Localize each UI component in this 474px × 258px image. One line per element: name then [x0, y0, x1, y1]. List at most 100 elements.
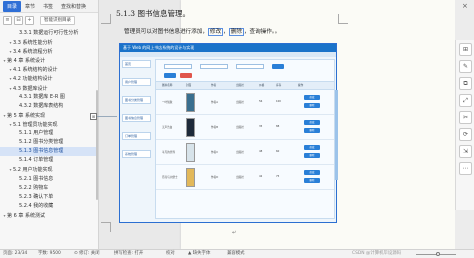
navigation-pane: 目录 章节 书签 查找和替换 ≡ ⊟ + 智能识别目录 3.3.1 数据运行可行…: [0, 0, 99, 249]
zoom-slider-handle[interactable]: [436, 252, 440, 256]
edit-icon[interactable]: ✎: [459, 60, 472, 73]
embedded-delete-row-button: 删除: [304, 103, 320, 108]
crop-icon[interactable]: ✂: [459, 111, 472, 124]
nav-scrollbar[interactable]: [96, 90, 98, 200]
paragraph-text-post: ，查询操作。。: [243, 29, 281, 35]
track-changes-status[interactable]: ⊙ 修订: 关闭: [74, 250, 100, 258]
embedded-sidebar-item: 订单管理: [122, 132, 151, 140]
embedded-cell-price: 35: [259, 125, 263, 128]
embedded-image[interactable]: 基于 Web 的网上书店系统的设计与实现 首页 用户管理 图书分类管理 图书信息管理订…: [119, 43, 338, 223]
outline-item[interactable]: ▾ 第 4 章 系统设计: [0, 56, 98, 65]
embedded-table-row: 一叶知秋 作者A 出版社 56 100 修改 删除: [156, 90, 334, 115]
outline-item[interactable]: 4.3.2 数据库表结构: [0, 102, 98, 111]
outline-item[interactable]: ▾ 5.1 管理员功能实现: [0, 120, 98, 129]
margin-marker-top-right: [338, 14, 348, 24]
embedded-sidebar-item: 首页: [122, 60, 151, 68]
smart-toc-button[interactable]: 智能识别目录: [40, 15, 75, 25]
embedded-edit-button: 修改: [304, 95, 320, 100]
outline-item-label: 第 4 章 系统设计: [7, 58, 45, 65]
outline-item[interactable]: ▾ 4.3 数据库设计: [0, 84, 98, 93]
outline-item[interactable]: 5.2.2 购物车: [0, 184, 98, 193]
embedded-cell-price: 48: [259, 150, 263, 153]
embedded-cell-publisher: 出版社: [236, 101, 244, 104]
outline-item[interactable]: 5.2.1 图书信息: [0, 175, 98, 184]
embedded-table-row: 月亮与六便士 作者D 出版社 42 75 修改 删除: [156, 165, 334, 190]
rotate-icon[interactable]: ⟳: [459, 128, 472, 141]
outline-item[interactable]: 5.1.4 订单管理: [0, 156, 98, 165]
proofread-button[interactable]: 校对: [166, 250, 175, 258]
embedded-sidebar-item: 用户管理: [122, 78, 151, 86]
embedded-column-header: 图书名称: [162, 84, 173, 87]
embedded-column-header: 封面: [186, 84, 192, 87]
tab-bookmarks[interactable]: 书签: [39, 1, 57, 12]
watermark: CSDN @计算机毕设源码: [352, 251, 402, 256]
outline-item[interactable]: 5.1.1 用户管理: [0, 129, 98, 138]
embedded-sidebar-item: 系统管理: [122, 150, 151, 158]
embedded-cell-price: 42: [259, 175, 263, 178]
spell-check-status[interactable]: 拼写检查: 打开: [114, 250, 143, 258]
embedded-table-row: 无声告白 作者B 出版社 35 88 修改 删除: [156, 115, 334, 140]
tab-toc[interactable]: 目录: [3, 0, 22, 12]
embedded-table-header: 图书名称 封面 作者 出版社 价格 库存 操作: [156, 82, 334, 90]
paragraph-text-mid: ，: [223, 29, 229, 35]
tab-find-replace[interactable]: 查找和替换: [57, 1, 90, 12]
resize-icon[interactable]: ⇲: [459, 145, 472, 158]
outline-item[interactable]: 5.2.4 我的收藏: [0, 202, 98, 211]
book-cover-image: [186, 93, 195, 112]
word-count[interactable]: 字数: 9500: [38, 250, 61, 258]
image-anchor-icon[interactable]: ⊞: [90, 113, 97, 120]
copy-icon[interactable]: ⧉: [459, 77, 472, 90]
embedded-search-input: [164, 64, 192, 69]
outline-item[interactable]: ▾ 3.4 系统流程分析: [0, 47, 98, 56]
page-count[interactable]: 页面: 23/34: [3, 250, 27, 258]
book-cover-image: [186, 143, 195, 162]
outline-item[interactable]: ▾ 3.3 系统性能分析: [0, 38, 98, 47]
outline-item[interactable]: ▾ 4.2 功能结构设计: [0, 74, 98, 83]
embedded-column-header: 价格: [259, 84, 265, 87]
book-cover-image: [186, 168, 195, 187]
embedded-main-panel: 图书名称 封面 作者 出版社 价格 库存 操作 一叶知秋 作者A 出版社 56 100 修改 删除 无声告…: [155, 59, 338, 219]
more-icon[interactable]: ⋯: [459, 162, 472, 175]
outline-item[interactable]: ▾ 5.2 用户功能实现: [0, 165, 98, 174]
embedded-cell-name: 一叶知秋: [162, 101, 173, 104]
embedded-cell-publisher: 出版社: [236, 151, 244, 154]
embedded-delete-button: [180, 73, 192, 78]
embedded-cell-author: 作者A: [211, 101, 218, 104]
embedded-cell-author: 作者C: [211, 151, 218, 154]
outline-item[interactable]: 3.3.1 数据运行可行性分析: [0, 29, 98, 38]
outline-item[interactable]: 5.1.2 图书分类管理: [0, 138, 98, 147]
outline-item-label: 4.3 数据库设计: [13, 85, 48, 92]
outline-item[interactable]: 4.3.1 数据库 E-R 图: [0, 93, 98, 102]
section-heading[interactable]: 5.1.3 图书信息管理。: [116, 8, 190, 19]
embedded-sidebar-item: 图书分类管理: [122, 96, 151, 104]
embedded-cell-name: 月亮与六便士: [162, 176, 178, 179]
paragraph-highlight-edit: 修改: [207, 28, 224, 36]
nav-tab-bar: 目录 章节 书签 查找和替换: [0, 0, 98, 13]
collapse-icon[interactable]: ⊟: [14, 15, 23, 25]
add-icon[interactable]: +: [25, 15, 34, 25]
outline-item[interactable]: ▾ 第 6 章 系统测试: [0, 211, 98, 220]
embedded-table-row: 平凡的世界 作者C 出版社 48 60 修改 删除: [156, 140, 334, 165]
outline-item[interactable]: 5.1.3 图书信息管理: [0, 147, 98, 157]
outline-item[interactable]: ▾ 第 5 章 系统实现: [0, 111, 98, 120]
expand-all-icon[interactable]: ≡: [3, 15, 12, 25]
tab-chapters[interactable]: 章节: [21, 1, 39, 12]
paragraph[interactable]: 管理员可以对图书信息进行添加， 修改，删除 ，查询操作。。: [124, 27, 281, 36]
missing-font-warning[interactable]: ▲ 缺失字体: [188, 250, 210, 258]
embedded-sidebar: 首页 用户管理 图书分类管理 图书信息管理 订单管理 系统管理: [122, 60, 151, 218]
embedded-delete-row-button: 删除: [304, 128, 320, 133]
outline-item[interactable]: ▾ 4.1 系统结构的设计: [0, 65, 98, 74]
outline-item-label: 5.1.4 订单管理: [19, 157, 54, 164]
outline-item[interactable]: 5.2.3 确认下单: [0, 193, 98, 202]
outline-item-label: 5.2 用户功能实现: [13, 167, 53, 174]
fullscreen-icon[interactable]: ⤢: [459, 94, 472, 107]
outline-item-label: 5.2.3 确认下单: [19, 193, 54, 200]
embedded-cell-author: 作者B: [211, 126, 218, 129]
embedded-edit-button: 修改: [304, 145, 320, 150]
outline-tree: 3.3.1 数据运行可行性分析 ▾ 3.3 系统性能分析 ▾ 3.4 系统流程分析 ▾ 第 …: [0, 27, 98, 220]
embedded-add-button: [164, 73, 176, 78]
close-icon[interactable]: ×: [462, 2, 468, 10]
outline-item-label: 5.1.2 图书分类管理: [19, 139, 64, 146]
layout-icon[interactable]: ⊞: [459, 43, 472, 56]
anchor-line: [97, 116, 117, 117]
